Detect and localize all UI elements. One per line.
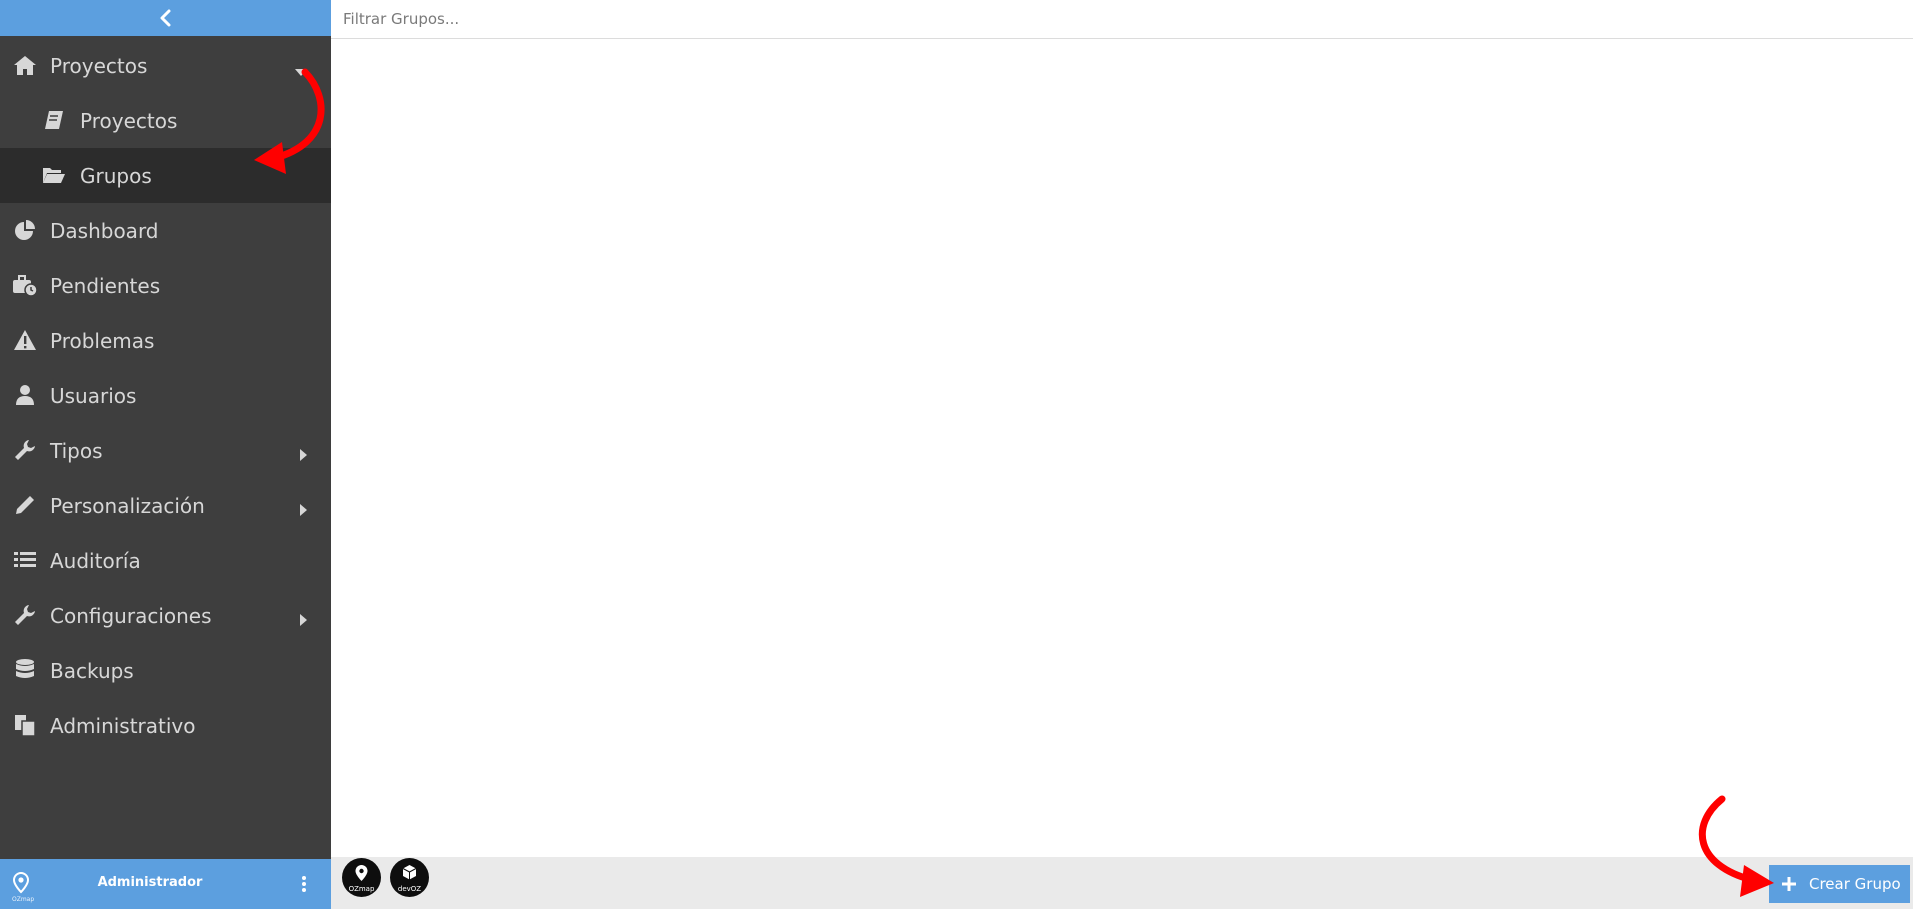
sidebar-item-tipos[interactable]: Tipos (0, 423, 331, 478)
sidebar-item-pendientes[interactable]: Pendientes (0, 258, 331, 313)
sidebar-item-label: Usuarios (50, 384, 137, 408)
chevron-left-icon (160, 9, 170, 27)
sidebar-item-proyectos[interactable]: Proyectos (0, 38, 331, 93)
sidebar-item-configuraciones[interactable]: Configuraciones (0, 588, 331, 643)
sidebar-item-label: Grupos (80, 164, 152, 188)
sidebar-item-label: Auditoría (50, 549, 141, 573)
sidebar-item-personalizacion[interactable]: Personalización (0, 478, 331, 533)
logo-text: OZmap (12, 896, 35, 903)
sidebar-item-label: Dashboard (50, 219, 159, 243)
user-bar: OZmap Administrador (0, 859, 331, 909)
create-group-button[interactable]: Crear Grupo (1769, 865, 1910, 903)
caret-right-icon (298, 498, 308, 522)
sidebar-item-backups[interactable]: Backups (0, 643, 331, 698)
list-icon (12, 547, 38, 573)
footer-bar (331, 857, 1913, 909)
home-icon (12, 52, 38, 78)
sidebar-collapse-button[interactable] (0, 0, 331, 36)
filter-bar (331, 0, 1913, 39)
sidebar-subitem-grupos[interactable]: Grupos (0, 148, 331, 203)
app-label: OZmap (348, 885, 375, 893)
sidebar-item-problemas[interactable]: Problemas (0, 313, 331, 368)
sidebar-item-administrativo[interactable]: Administrativo (0, 698, 331, 753)
create-group-label: Crear Grupo (1809, 875, 1901, 893)
plus-icon (1781, 876, 1797, 892)
sidebar-item-dashboard[interactable]: Dashboard (0, 203, 331, 258)
sidebar-item-label: Configuraciones (50, 604, 212, 628)
sidebar-item-label: Proyectos (50, 54, 148, 78)
sidebar-item-label: Pendientes (50, 274, 161, 298)
more-options-icon[interactable] (300, 875, 308, 897)
sidebar-item-usuarios[interactable]: Usuarios (0, 368, 331, 423)
pie-chart-icon (12, 217, 38, 243)
warning-icon (12, 327, 38, 353)
caret-right-icon (298, 608, 308, 632)
user-name[interactable]: Administrador (0, 875, 300, 890)
devoz-app-icon[interactable]: devOZ (390, 858, 429, 897)
groups-content-area (331, 39, 1913, 857)
caret-down-icon (294, 58, 308, 82)
caret-right-icon (298, 443, 308, 467)
sidebar-item-label: Personalización (50, 494, 205, 518)
documents-icon (12, 712, 38, 738)
wrench-icon (12, 602, 38, 628)
briefcase-clock-icon (12, 272, 38, 298)
wrench-icon (12, 437, 38, 463)
sidebar-item-label: Administrativo (50, 714, 196, 738)
sidebar-nav: Proyectos Proyectos Grupos Dashboard Pen… (0, 38, 331, 753)
ozmap-app-icon[interactable]: OZmap (342, 858, 381, 897)
sidebar-item-label: Backups (50, 659, 134, 683)
sidebar-item-label: Proyectos (80, 109, 178, 133)
app-label: devOZ (397, 885, 422, 893)
book-icon (41, 107, 67, 133)
user-icon (12, 382, 38, 408)
filter-groups-input[interactable] (343, 6, 1893, 32)
sidebar-item-label: Tipos (50, 439, 103, 463)
folder-open-icon (41, 162, 67, 188)
sidebar-subitem-proyectos[interactable]: Proyectos (0, 93, 331, 148)
pencil-icon (12, 492, 38, 518)
database-icon (12, 657, 38, 683)
sidebar-item-auditoria[interactable]: Auditoría (0, 533, 331, 588)
sidebar: Proyectos Proyectos Grupos Dashboard Pen… (0, 0, 331, 909)
sidebar-item-label: Problemas (50, 329, 155, 353)
